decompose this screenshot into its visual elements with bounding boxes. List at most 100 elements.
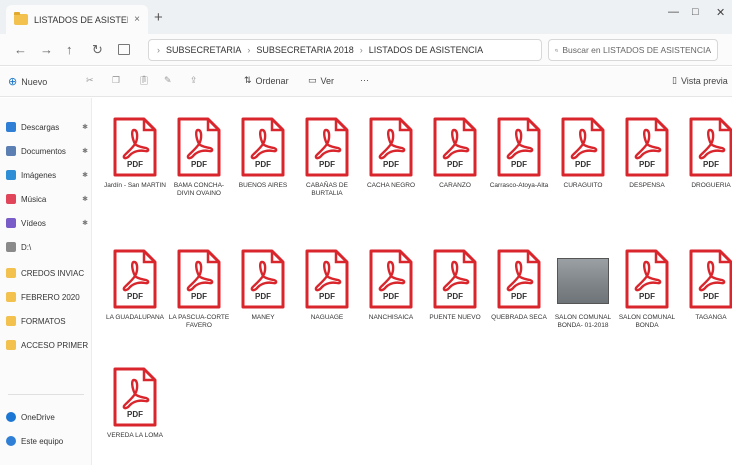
file-grid: PDF Jardín - San MARTIN PDF BAMA CONCHA-DIV… — [93, 98, 732, 465]
pdf-file-item[interactable]: PDF CABAÑAS DE BURTALIA — [295, 116, 359, 198]
copy-button[interactable]: ❐ — [112, 75, 120, 86]
sidebar-item-label: CREDOS INVIAC — [21, 268, 85, 278]
new-label: Nuevo — [21, 76, 48, 87]
sidebar-item[interactable]: OneDrive — [6, 408, 88, 426]
minimize-button[interactable]: — — [668, 6, 679, 18]
pdf-file-item[interactable]: PDF SALON COMUNAL BONDA — [615, 248, 679, 330]
pdf-file-icon: PDF — [368, 116, 414, 178]
sidebar-divider — [8, 394, 84, 395]
image-thumbnail — [557, 258, 609, 304]
file-name-label: CACHA NEGRO — [366, 182, 416, 189]
sidebar-item[interactable]: Documentos ✱ — [6, 142, 88, 160]
pdf-file-item[interactable]: PDF DROGUERIA — [679, 116, 732, 190]
folder-icon — [6, 292, 16, 302]
new-tab-button[interactable]: + — [154, 9, 163, 26]
new-button[interactable]: ⊕ Nuevo — [8, 75, 47, 88]
back-button[interactable]: ← — [14, 42, 27, 57]
pdf-file-item[interactable]: PDF QUEBRADA SECA — [487, 248, 551, 322]
pdf-file-item[interactable]: PDF DESPENSA — [615, 116, 679, 190]
image-file-item[interactable]: SALON COMUNAL BONDA- 01-2018 — [551, 248, 615, 330]
tab-listados[interactable]: LISTADOS DE ASISTENCIA × — [6, 5, 148, 34]
sidebar-item[interactable]: Música ✱ — [6, 190, 88, 208]
computer-icon — [6, 436, 16, 446]
pdf-file-item[interactable]: PDF NAGUAGE — [295, 248, 359, 322]
file-name-label: CURAGUITO — [563, 182, 603, 189]
search-input[interactable]: Buscar en LISTADOS DE ASISTENCIA — [548, 39, 718, 61]
pdf-file-item[interactable]: PDF MANEY — [231, 248, 295, 322]
sort-button[interactable]: ⇅ Ordenar — [244, 75, 289, 86]
pdf-file-item[interactable]: PDF TAGANGA — [679, 248, 732, 322]
pdf-file-item[interactable]: PDF PUENTE NUEVO — [423, 248, 487, 322]
sidebar-item[interactable]: CREDOS INVIAC — [6, 264, 88, 282]
pdf-file-item[interactable]: PDF CURAGUITO — [551, 116, 615, 190]
pdf-badge: PDF — [319, 292, 335, 301]
search-icon — [555, 48, 559, 52]
cut-button[interactable]: ✂ — [86, 75, 94, 86]
pdf-file-item[interactable]: PDF Jardín - San MARTIN — [103, 116, 167, 190]
pdf-badge: PDF — [575, 160, 591, 169]
sidebar-item[interactable]: Este equipo — [6, 432, 88, 450]
pdf-badge: PDF — [191, 292, 207, 301]
sort-label: Ordenar — [255, 75, 289, 86]
sidebar-item[interactable]: ACCESO PRIMERA — [6, 336, 88, 354]
pdf-file-icon: PDF — [112, 366, 158, 428]
pdf-badge: PDF — [191, 160, 207, 169]
folder-icon — [6, 122, 16, 132]
address-bar: ← → ↑ ↻ › SUBSECRETARIA › SUBSECRETARIA … — [0, 34, 732, 66]
forward-button[interactable]: → — [40, 42, 53, 57]
pdf-file-item[interactable]: PDF BUENOS AIRES — [231, 116, 295, 190]
pdf-file-item[interactable]: PDF CARANZO — [423, 116, 487, 190]
file-name-label: QUEBRADA SECA — [491, 314, 547, 321]
pdf-file-icon: PDF — [304, 248, 350, 310]
up-button[interactable]: ↑ — [66, 42, 73, 57]
pdf-file-item[interactable]: PDF CACHA NEGRO — [359, 116, 423, 190]
folder-icon — [14, 12, 28, 25]
sidebar-item[interactable]: FEBRERO 2020 — [6, 288, 88, 306]
pdf-file-icon: PDF — [176, 248, 222, 310]
scissors-icon: ✂ — [86, 75, 94, 85]
refresh-button[interactable]: ↻ — [92, 42, 103, 58]
sidebar-item-label: Descargas — [21, 122, 60, 132]
breadcrumb-item[interactable]: SUBSECRETARIA 2018 — [256, 45, 353, 55]
pdf-file-item[interactable]: PDF LA PASCUA-CORTE FAVERO — [167, 248, 231, 330]
pdf-file-icon: PDF — [304, 116, 350, 178]
tab-close-button[interactable]: × — [134, 14, 140, 25]
close-window-button[interactable]: ✕ — [716, 6, 725, 19]
sidebar-item-label: Música — [21, 194, 47, 204]
view-button[interactable]: ▭ Ver — [308, 75, 334, 86]
breadcrumb-item[interactable]: SUBSECRETARIA — [166, 45, 241, 55]
breadcrumb-item[interactable]: LISTADOS DE ASISTENCIA — [369, 45, 483, 55]
command-bar: ⊕ Nuevo ✂ ❐ 📋︎ ✎ ⇪ ⇅ Ordenar ▭ Ver ··· ▯… — [0, 67, 732, 97]
paste-button[interactable]: 📋︎ — [138, 75, 149, 86]
pdf-file-item[interactable]: PDF LA GUADALUPANA — [103, 248, 167, 322]
navigation-pane: Descargas ✱ Documentos ✱ Imágenes ✱ Música ✱ Víd… — [0, 98, 92, 465]
pin-icon: ✱ — [82, 124, 88, 131]
folder-icon — [6, 242, 16, 252]
sidebar-item[interactable]: FORMATOS — [6, 312, 88, 330]
pdf-file-item[interactable]: PDF VEREDA LA LOMA — [103, 366, 167, 440]
tab-title: LISTADOS DE ASISTENCIA — [34, 14, 128, 25]
sidebar-item[interactable]: D:\ — [6, 238, 88, 256]
address-input[interactable]: › SUBSECRETARIA › SUBSECRETARIA 2018 › L… — [148, 39, 542, 61]
pdf-file-icon: PDF — [240, 116, 286, 178]
pdf-file-icon: PDF — [240, 248, 286, 310]
maximize-button[interactable]: □ — [692, 6, 699, 18]
preview-button[interactable]: ▯ Vista previa — [672, 75, 728, 86]
search-placeholder: Buscar en LISTADOS DE ASISTENCIA — [562, 45, 711, 55]
file-name-label: CARANZO — [439, 182, 471, 189]
pin-icon: ✱ — [82, 148, 88, 155]
folder-icon — [6, 170, 16, 180]
folder-icon — [6, 316, 16, 326]
pdf-badge: PDF — [383, 160, 399, 169]
rename-button[interactable]: ✎ — [164, 75, 172, 86]
share-button[interactable]: ⇪ — [190, 75, 198, 86]
pdf-file-item[interactable]: PDF BAMA CONCHA-DIVIN OVAINO — [167, 116, 231, 198]
pdf-file-item[interactable]: PDF Carrasco-Atoya-Alta — [487, 116, 551, 190]
file-name-label: TAGANGA — [695, 314, 727, 321]
sidebar-item[interactable]: Descargas ✱ — [6, 118, 88, 136]
pdf-file-item[interactable]: PDF NANCHISAICA — [359, 248, 423, 322]
sidebar-item[interactable]: Imágenes ✱ — [6, 166, 88, 184]
sidebar-item[interactable]: Vídeos ✱ — [6, 214, 88, 232]
more-button[interactable]: ··· — [360, 75, 369, 85]
pdf-badge: PDF — [255, 160, 271, 169]
